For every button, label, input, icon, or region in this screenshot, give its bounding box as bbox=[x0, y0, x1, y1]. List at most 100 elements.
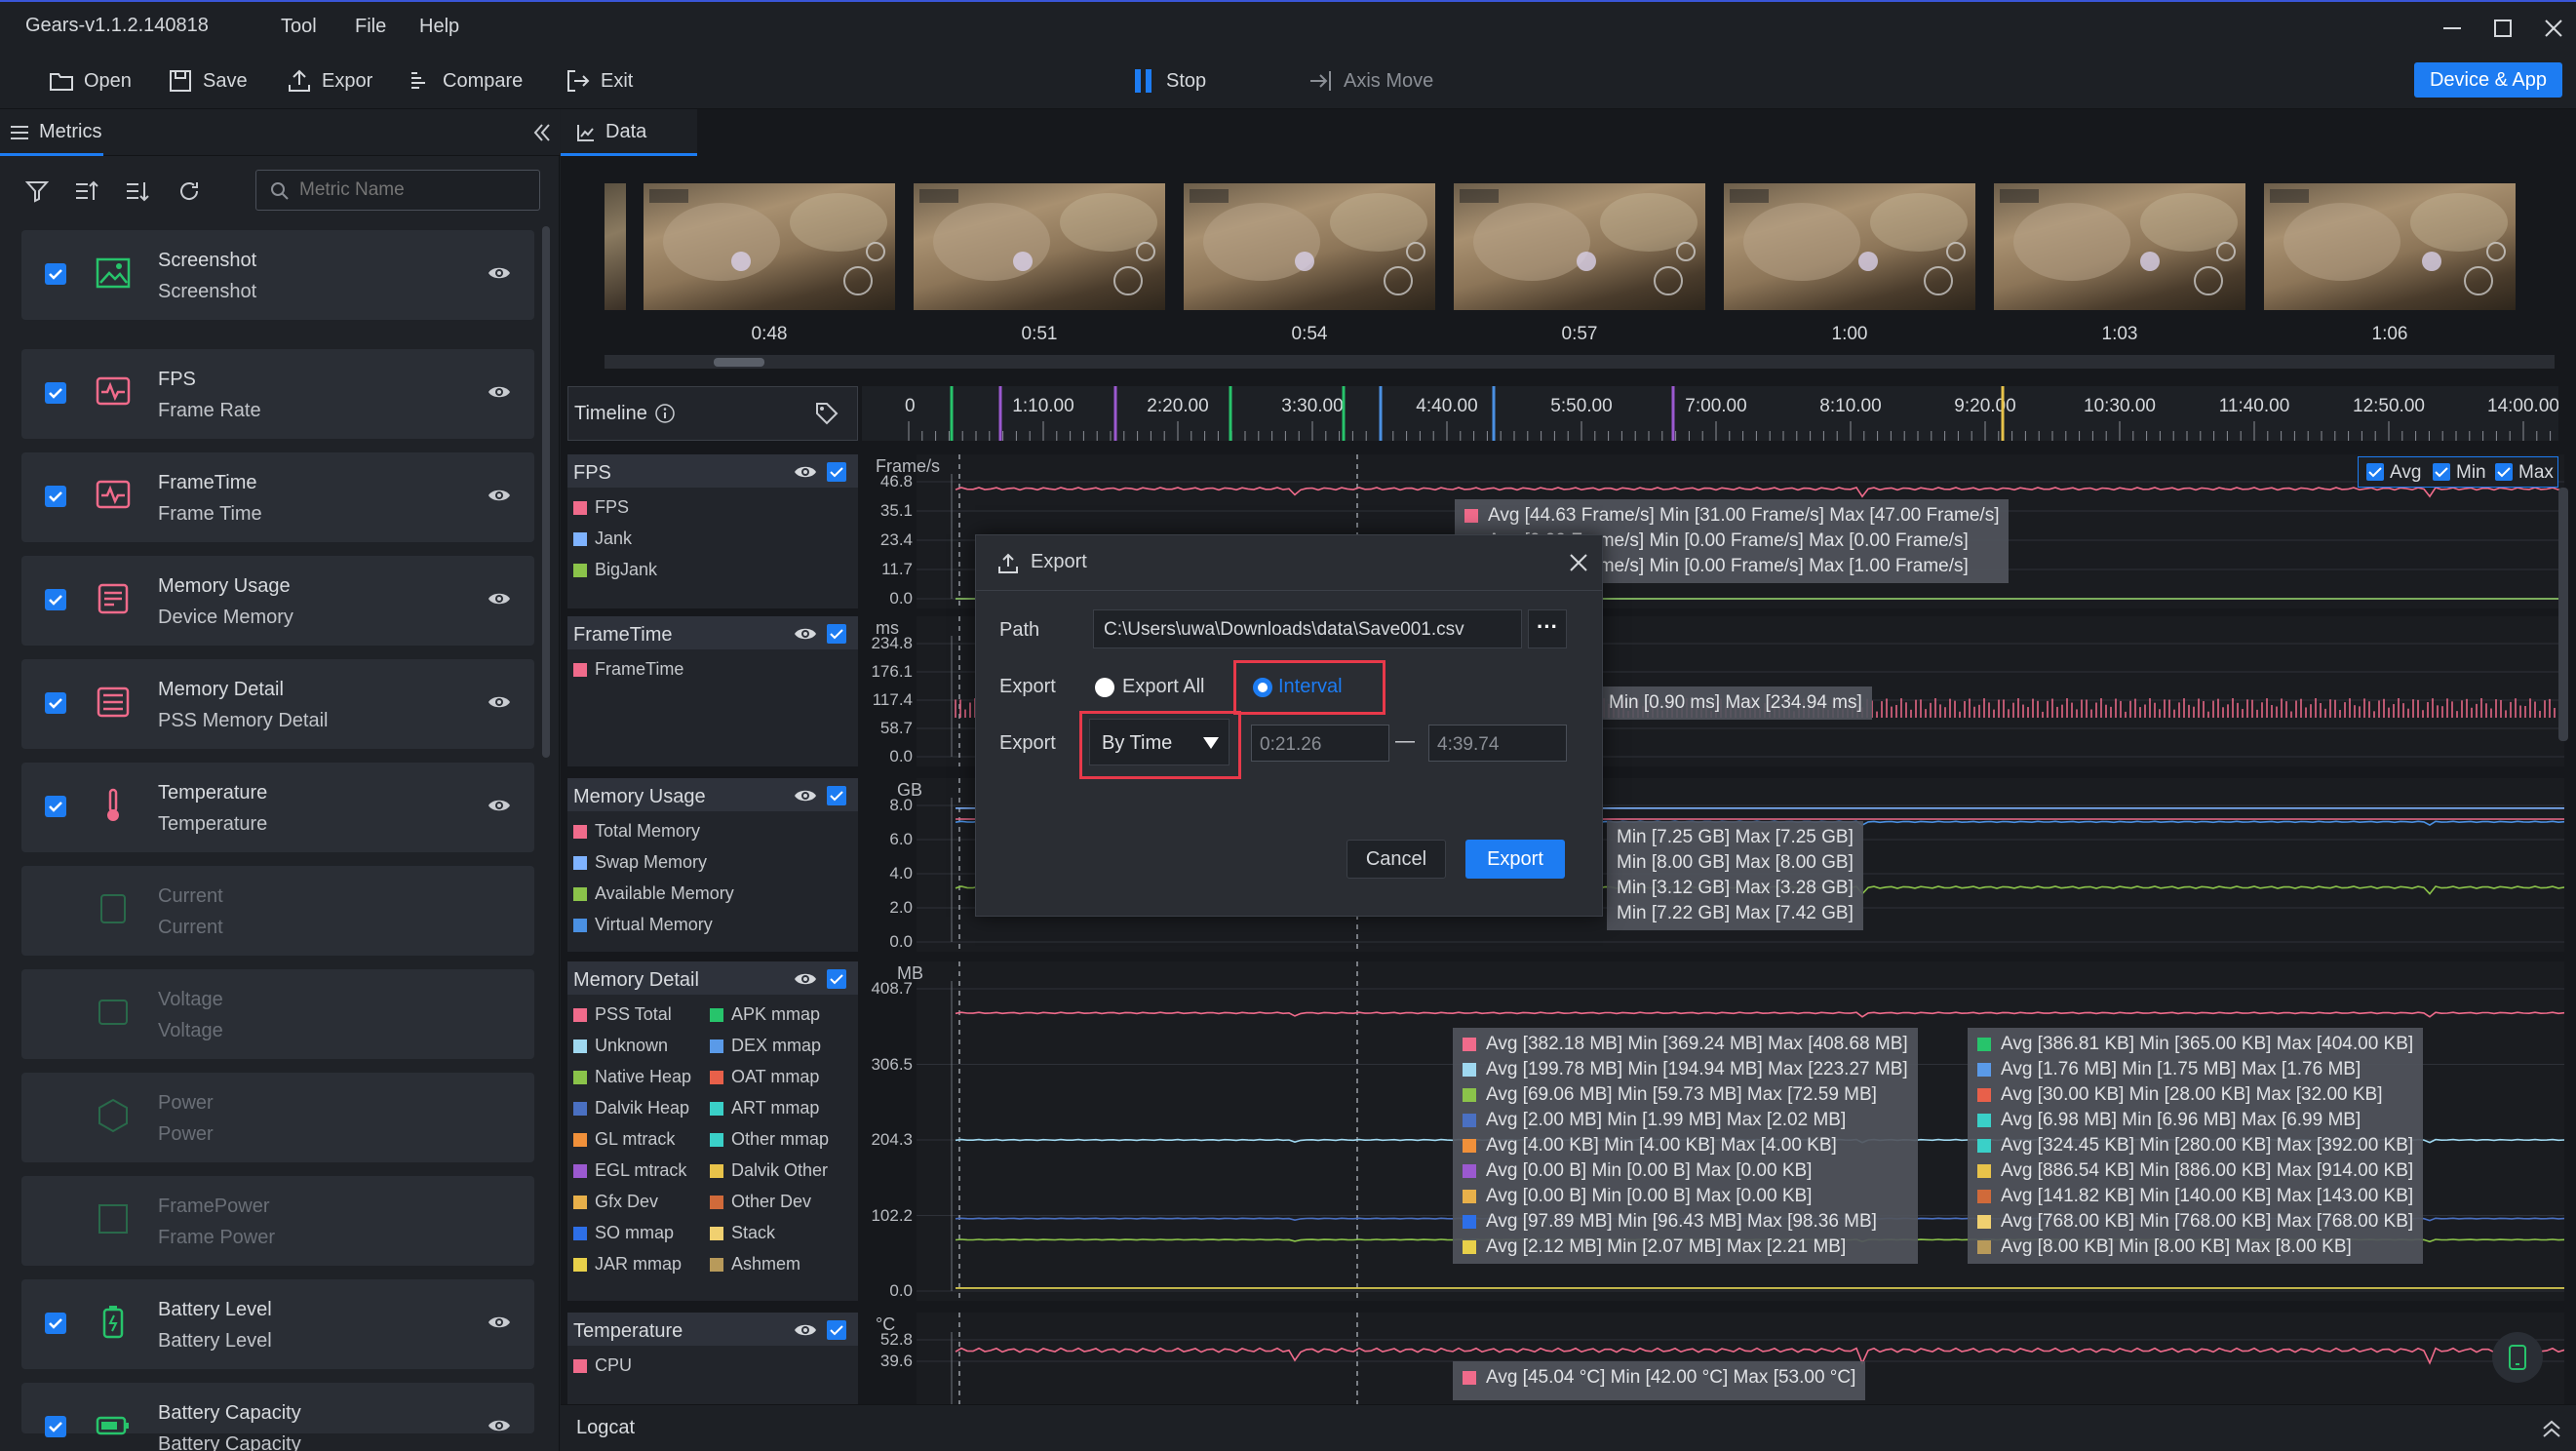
export-scope-label: Export bbox=[999, 676, 1056, 697]
timeline-axis[interactable]: 0 1:10.00 2:20.00 3:30.00 4:40.00 5:50.00 7:00… bbox=[862, 386, 2558, 441]
metric-search-field[interactable] bbox=[255, 170, 540, 211]
close-icon[interactable] bbox=[2539, 14, 2568, 43]
min-checkbox[interactable] bbox=[2433, 463, 2450, 481]
screenshot-thumbnail[interactable] bbox=[1454, 183, 1705, 310]
tab-metrics[interactable]: Metrics bbox=[0, 109, 103, 156]
metric-name: FramePower bbox=[158, 1196, 270, 1217]
confirm-export-button[interactable]: Export bbox=[1465, 840, 1565, 879]
refresh-icon[interactable] bbox=[177, 179, 201, 203]
screenshot-thumbnail[interactable] bbox=[644, 183, 895, 310]
folder-icon bbox=[50, 73, 73, 91]
eye-icon[interactable] bbox=[794, 624, 817, 648]
eye-icon[interactable] bbox=[794, 786, 817, 810]
metric-checkbox[interactable] bbox=[45, 263, 66, 285]
info-icon[interactable] bbox=[654, 403, 676, 424]
eye-icon[interactable] bbox=[488, 1313, 511, 1332]
filter-icon[interactable] bbox=[25, 179, 49, 203]
metric-card-temperature[interactable]: Temperature Temperature bbox=[21, 763, 534, 852]
screenshot-thumbnail[interactable] bbox=[2264, 183, 2516, 310]
metric-card-frametime[interactable]: FrameTime Frame Time bbox=[21, 452, 534, 542]
axis-move-button[interactable]: Axis Move bbox=[1308, 66, 1433, 96]
start-time-input[interactable]: 0:21.26 bbox=[1251, 725, 1389, 762]
metric-card-framepower[interactable]: FramePower Frame Power bbox=[21, 1176, 534, 1266]
metric-checkbox[interactable] bbox=[45, 796, 66, 817]
sort-ascending-icon[interactable] bbox=[74, 179, 99, 203]
eye-icon[interactable] bbox=[794, 1320, 817, 1345]
title-bar: Gears-v1.1.2.140818 Tool File Help bbox=[0, 0, 2576, 53]
menu-help[interactable]: Help bbox=[419, 16, 459, 38]
export-button[interactable]: Expor bbox=[287, 66, 372, 96]
metric-card-fps[interactable]: FPS Frame Rate bbox=[21, 349, 534, 439]
metric-checkbox[interactable] bbox=[45, 382, 66, 404]
graph-checkbox[interactable] bbox=[827, 786, 846, 805]
maximize-icon[interactable] bbox=[2488, 14, 2517, 43]
max-checkbox[interactable] bbox=[2495, 463, 2513, 481]
graph-checkbox[interactable] bbox=[827, 969, 846, 989]
avg-checkbox[interactable] bbox=[2366, 463, 2384, 481]
open-label: Open bbox=[84, 69, 132, 92]
eye-icon[interactable] bbox=[794, 969, 817, 994]
metric-card-current[interactable]: Current Current bbox=[21, 866, 534, 956]
screenshot-thumbnail[interactable] bbox=[914, 183, 1165, 310]
metric-card-memory-detail[interactable]: Memory Detail PSS Memory Detail bbox=[21, 659, 534, 749]
metric-card-voltage[interactable]: Voltage Voltage bbox=[21, 969, 534, 1059]
metric-checkbox[interactable] bbox=[45, 1313, 66, 1334]
phone-button[interactable] bbox=[2492, 1332, 2543, 1383]
collapse-icon[interactable] bbox=[532, 123, 552, 142]
compare-button[interactable]: Compare bbox=[408, 66, 523, 96]
graph-checkbox[interactable] bbox=[827, 624, 846, 644]
eye-icon[interactable] bbox=[488, 796, 511, 815]
eye-icon[interactable] bbox=[488, 692, 511, 712]
tab-data[interactable]: Data bbox=[561, 109, 697, 156]
screenshot-scroll-thumb[interactable] bbox=[714, 358, 764, 367]
expand-up-icon[interactable] bbox=[2540, 1417, 2563, 1440]
metric-card-battery-capacity[interactable]: Battery Capacity Battery Capacity bbox=[21, 1383, 534, 1451]
exit-button[interactable]: Exit bbox=[566, 66, 633, 96]
path-field[interactable]: C:\Users\uwa\Downloads\data\Save001.csv bbox=[1093, 609, 1522, 648]
metric-checkbox[interactable] bbox=[45, 1416, 66, 1437]
screenshot-thumbnail[interactable] bbox=[1724, 183, 1975, 310]
sort-descending-icon[interactable] bbox=[125, 179, 150, 203]
pulse-icon bbox=[94, 476, 133, 515]
metric-checkbox[interactable] bbox=[45, 589, 66, 610]
cancel-button[interactable]: Cancel bbox=[1347, 840, 1446, 879]
eye-icon[interactable] bbox=[488, 382, 511, 402]
minimize-icon[interactable] bbox=[2438, 14, 2467, 43]
metric-checkbox[interactable] bbox=[45, 486, 66, 507]
menu-file[interactable]: File bbox=[355, 16, 386, 38]
export-all-radio[interactable] bbox=[1095, 678, 1114, 697]
metric-card-battery-level[interactable]: Battery Level Battery Level bbox=[21, 1279, 534, 1369]
metric-card-screenshot[interactable]: Screenshot Screenshot bbox=[21, 230, 534, 320]
metric-checkbox[interactable] bbox=[45, 692, 66, 714]
metric-name: Power bbox=[158, 1092, 214, 1114]
legend-item: Swap Memory bbox=[573, 852, 707, 873]
device-app-button[interactable]: Device & App bbox=[2414, 62, 2562, 98]
metric-card-memory-usage[interactable]: Memory Usage Device Memory bbox=[21, 556, 534, 646]
screenshot-thumbnail-partial[interactable] bbox=[605, 183, 626, 310]
eye-icon[interactable] bbox=[488, 486, 511, 505]
open-button[interactable]: Open bbox=[49, 66, 132, 96]
screenshot-thumbnail[interactable] bbox=[1994, 183, 2245, 310]
graph-checkbox[interactable] bbox=[827, 462, 846, 482]
save-button[interactable]: Save bbox=[168, 66, 248, 96]
screenshot-time: 0:57 bbox=[1561, 324, 1598, 344]
browse-button[interactable]: ··· bbox=[1528, 609, 1567, 648]
screenshot-thumbnail[interactable] bbox=[1184, 183, 1435, 310]
graphs-scrollbar[interactable] bbox=[2558, 488, 2568, 741]
eye-icon[interactable] bbox=[488, 589, 511, 608]
tag-icon[interactable] bbox=[814, 401, 839, 426]
graph-checkbox[interactable] bbox=[827, 1320, 846, 1340]
eye-icon[interactable] bbox=[488, 1416, 511, 1435]
eye-icon[interactable] bbox=[794, 462, 817, 487]
eye-icon[interactable] bbox=[488, 263, 511, 283]
metric-search-input[interactable] bbox=[299, 178, 524, 202]
end-time-input[interactable]: 4:39.74 bbox=[1428, 725, 1567, 762]
metric-card-power[interactable]: Power Power bbox=[21, 1073, 534, 1162]
logcat-bar[interactable]: Logcat bbox=[561, 1404, 2576, 1451]
stop-button[interactable]: Stop bbox=[1131, 66, 1206, 96]
menu-tool[interactable]: Tool bbox=[281, 16, 317, 38]
metric-subtitle: Temperature bbox=[158, 813, 268, 835]
legend-item: SO mmap bbox=[573, 1223, 674, 1243]
dialog-close-icon[interactable] bbox=[1567, 551, 1590, 574]
metrics-scrollbar[interactable] bbox=[542, 226, 550, 758]
